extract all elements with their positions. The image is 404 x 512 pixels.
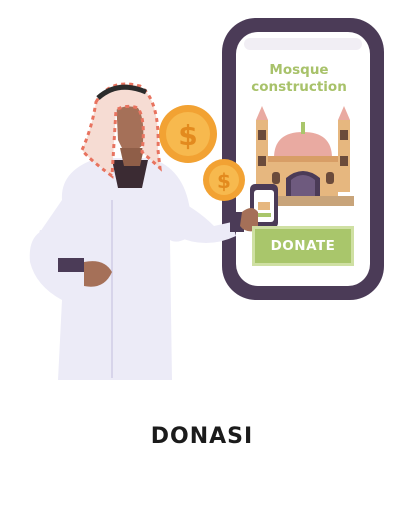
donate-button[interactable]: DONATE (252, 226, 354, 266)
phone-title: Mosque construction (251, 62, 347, 95)
svg-text:$: $ (178, 119, 197, 152)
donation-illustration: $ $ Mosque construction DONATE (0, 0, 404, 400)
caption-title: DONASI (150, 424, 254, 449)
svg-text:$: $ (217, 169, 231, 193)
